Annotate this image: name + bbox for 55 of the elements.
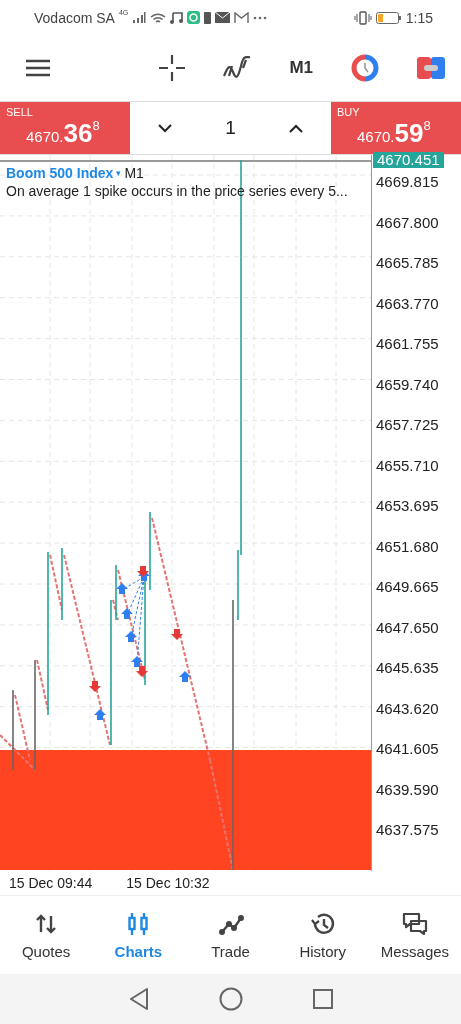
carrier-name: Vodacom SA xyxy=(34,9,115,26)
vibrate-icon xyxy=(353,10,372,25)
price-axis-label: 4657.725 xyxy=(376,415,440,435)
price-axis-label: 4665.785 xyxy=(376,253,440,273)
music-icon xyxy=(170,11,184,24)
battery-icon xyxy=(375,11,402,24)
price-axis-label: 4663.770 xyxy=(376,293,440,314)
price-axis-label: 4647.650 xyxy=(376,617,440,638)
signal-icon xyxy=(132,11,147,24)
nav-tab[interactable]: Quotes xyxy=(0,896,93,974)
nav-tab[interactable]: Messages xyxy=(368,896,461,974)
wifi-icon xyxy=(150,11,167,24)
price-axis-label: 4667.800 xyxy=(376,212,440,233)
price-axis-label: 4651.680 xyxy=(376,536,440,557)
current-price-label: 4670.451 xyxy=(373,152,444,168)
price-axis-label: 4639.590 xyxy=(376,779,440,800)
price-axis-label: 4659.740 xyxy=(376,374,440,395)
up-arrow-icon xyxy=(94,709,106,720)
time-axis-label: 15 Dec 10:32 xyxy=(126,875,210,891)
price-axis-label: 4655.710 xyxy=(376,455,440,476)
nav-tab[interactable]: Trade xyxy=(184,896,277,974)
up-arrow-icon xyxy=(125,631,137,642)
clock-time: 1:15 xyxy=(405,9,433,26)
up-arrow-icon xyxy=(131,656,143,667)
timeframe-button[interactable]: M1 xyxy=(285,54,317,82)
price-axis-label: 4637.575 xyxy=(376,820,440,840)
symbol-name[interactable]: Boom 500 Index xyxy=(6,165,114,181)
price-axis-label: 4643.620 xyxy=(376,698,440,719)
messages-icon xyxy=(401,910,428,937)
time-axis-label: 15 Dec 09:44 xyxy=(9,875,93,891)
price-axis-label: 4649.665 xyxy=(376,577,440,597)
down-arrow-icon xyxy=(136,666,148,677)
price-axis-label: 4641.605 xyxy=(376,739,440,759)
down-arrow-icon xyxy=(89,681,101,692)
down-arrow-icon xyxy=(171,629,183,640)
up-arrow-icon xyxy=(116,583,128,594)
dropdown-caret[interactable]: ▾ xyxy=(116,168,122,178)
nav-tab[interactable]: Charts xyxy=(92,896,185,974)
price-axis-label: 4653.695 xyxy=(376,496,440,516)
rising-price-line xyxy=(115,564,117,621)
more-icon xyxy=(253,15,268,20)
up-arrow-icon xyxy=(121,608,133,619)
mail-icon xyxy=(215,12,231,23)
up-arrow-icon xyxy=(179,671,191,682)
price-axis-label: 4661.755 xyxy=(376,334,440,354)
down-arrow-icon xyxy=(137,566,149,577)
battery-alert-icon xyxy=(204,11,212,24)
price-axis-label: 4669.815 xyxy=(376,172,440,192)
price-axis-label: 4645.635 xyxy=(376,658,440,678)
volume-value[interactable]: 1 xyxy=(225,117,236,139)
falling-price-line xyxy=(36,659,49,711)
chart-timeframe: M1 xyxy=(124,165,144,181)
gmail-icon xyxy=(234,12,250,23)
nav-tab[interactable]: History xyxy=(276,896,369,974)
app-notification-icon xyxy=(187,11,201,24)
